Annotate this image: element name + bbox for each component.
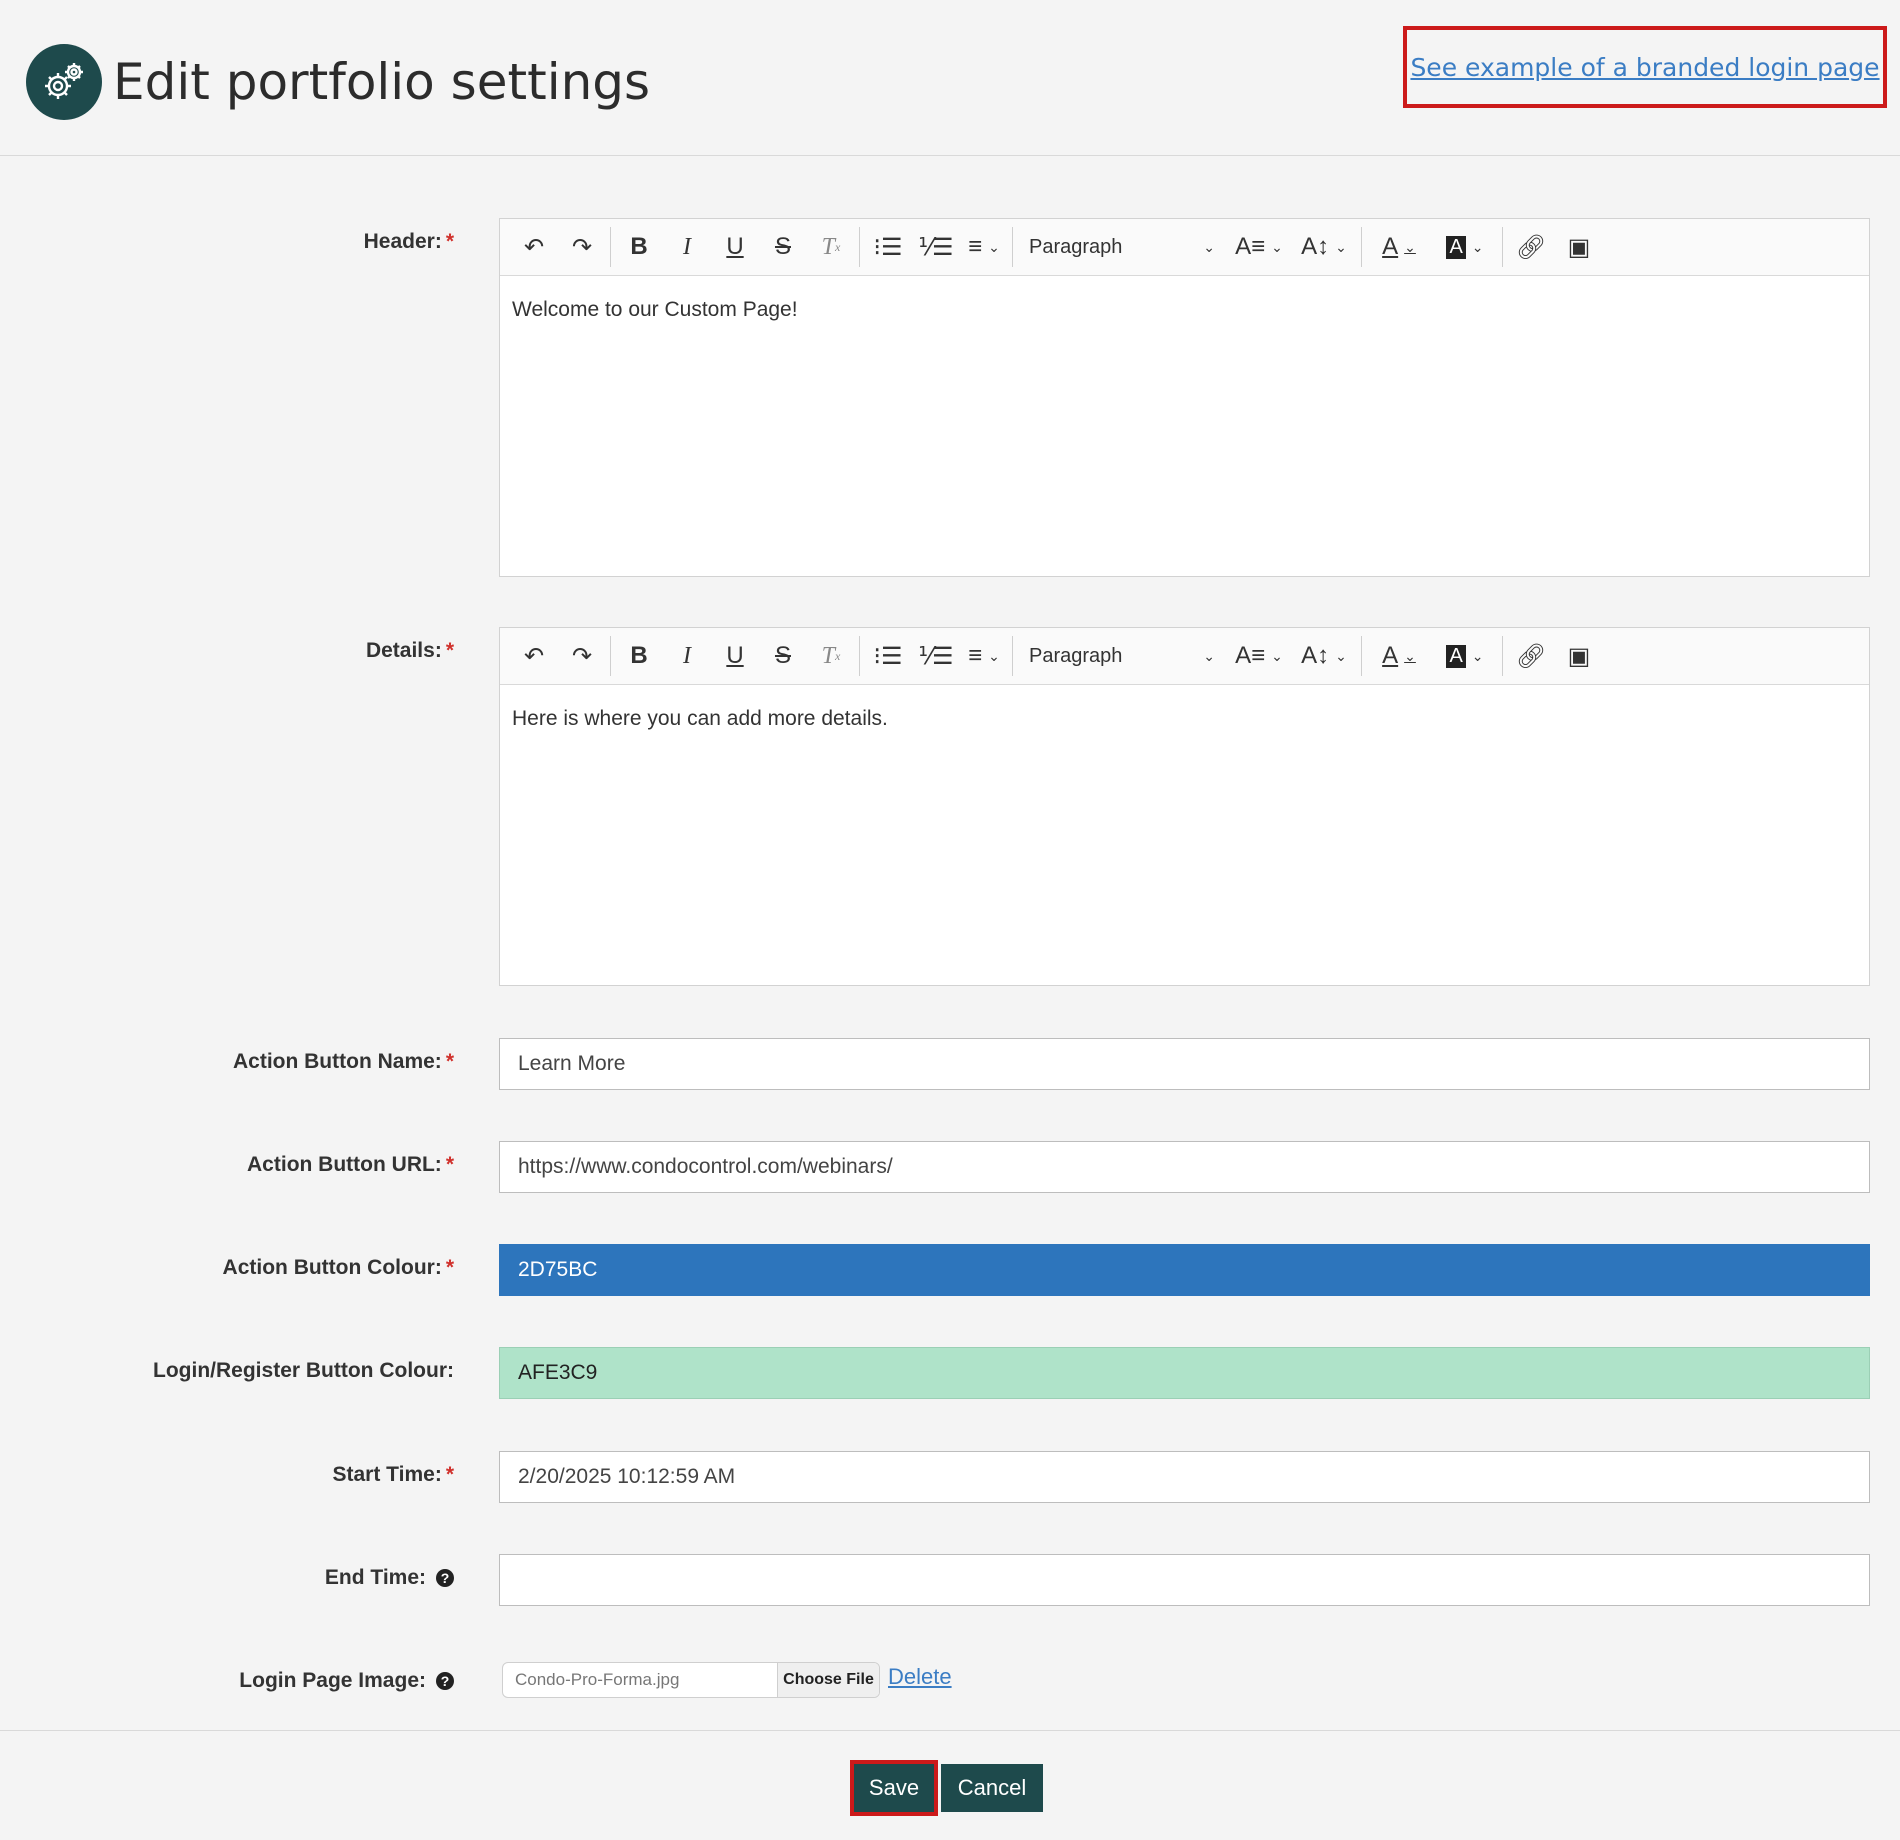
editor-toolbar: ↶ ↷ B I U S Tx ⁝☰ ⅟☰ ≡ ⌄ Paragraph ⌄ A≡ ⌄ A… [500,219,1869,276]
example-link-highlight: See example of a branded login page [1403,26,1887,108]
header-editor-content[interactable]: Welcome to our Custom Page! [500,276,1869,344]
numbered-list-icon[interactable]: ⅟☰ [912,227,960,267]
clear-format-icon[interactable]: Tx [807,636,855,676]
font-color-icon[interactable]: A ⌄ [1366,636,1432,676]
link-icon[interactable]: 🔗︎ [1507,636,1555,676]
toolbar-divider [859,636,860,676]
background-color-icon[interactable]: A ⌄ [1432,636,1498,676]
end-time-input[interactable] [499,1554,1870,1606]
header-field-label: Header: * [363,230,454,253]
chevron-down-icon: ⌄ [1271,238,1283,255]
settings-gears-icon [26,44,102,120]
strikethrough-icon[interactable]: S [759,636,807,676]
save-button-highlight: Save [850,1760,938,1816]
image-icon[interactable]: ▣ [1555,227,1603,267]
chevron-down-icon: ⌄ [1471,647,1484,664]
login-page-image-label: Login Page Image:? [239,1669,454,1693]
action-button-colour-label: Action Button Colour: * [222,1256,454,1279]
chevron-down-icon: ⌄ [988,647,1000,664]
numbered-list-icon[interactable]: ⅟☰ [912,636,960,676]
action-button-url-label: Action Button URL: * [247,1153,454,1176]
help-question-icon[interactable]: ? [436,1672,454,1690]
toolbar-divider [1012,636,1013,676]
branded-login-example-link[interactable]: See example of a branded login page [1410,53,1879,82]
file-upload-control[interactable]: Condo-Pro-Forma.jpg Choose File [502,1662,880,1698]
start-time-input[interactable]: 2/20/2025 10:12:59 AM [499,1451,1870,1503]
font-color-icon[interactable]: A ⌄ [1366,227,1432,267]
bold-icon[interactable]: B [615,636,663,676]
chevron-down-icon: ⌄ [1203,647,1215,664]
end-time-label: End Time:? [325,1566,454,1590]
link-icon[interactable]: 🔗︎ [1507,227,1555,267]
login-register-colour-input[interactable]: AFE3C9 [499,1347,1870,1399]
font-family-icon[interactable]: A≡ ⌄ [1227,227,1291,267]
action-button-name-label: Action Button Name: * [232,1050,454,1073]
chevron-down-icon: ⌄ [1203,238,1215,255]
toolbar-divider [1502,227,1503,267]
details-field-label: Details: * [365,639,454,662]
strikethrough-icon[interactable]: S [759,227,807,267]
font-size-icon[interactable]: A↕ ⌄ [1291,636,1357,676]
chevron-down-icon: ⌄ [1471,238,1484,255]
underline-icon[interactable]: U [711,227,759,267]
chevron-down-icon: ⌄ [1404,238,1416,255]
editor-toolbar: ↶ ↷ B I U S Tx ⁝☰ ⅟☰ ≡ ⌄ Paragraph ⌄ A≡ ⌄ A… [500,628,1869,685]
chevron-down-icon: ⌄ [1404,647,1416,664]
background-color-icon[interactable]: A ⌄ [1432,227,1498,267]
save-button[interactable]: Save [854,1764,934,1812]
toolbar-divider [1502,636,1503,676]
bullet-list-icon[interactable]: ⁝☰ [864,636,912,676]
toolbar-divider [1361,636,1362,676]
bold-icon[interactable]: B [615,227,663,267]
paragraph-format-dropdown[interactable]: Paragraph ⌄ [1017,636,1227,676]
toolbar-divider [859,227,860,267]
help-question-icon[interactable]: ? [436,1569,454,1587]
italic-icon[interactable]: I [663,636,711,676]
font-size-icon[interactable]: A↕ ⌄ [1291,227,1357,267]
italic-icon[interactable]: I [663,227,711,267]
chevron-down-icon: ⌄ [1271,647,1283,664]
toolbar-divider [610,636,611,676]
underline-icon[interactable]: U [711,636,759,676]
clear-format-icon[interactable]: Tx [807,227,855,267]
form-footer: Save Cancel [0,1730,1900,1840]
details-rich-text-editor[interactable]: ↶ ↷ B I U S Tx ⁝☰ ⅟☰ ≡ ⌄ Paragraph ⌄ A≡ ⌄ A… [499,627,1870,986]
font-family-icon[interactable]: A≡ ⌄ [1227,636,1291,676]
undo-icon[interactable]: ↶ [510,227,558,267]
selected-file-name: Condo-Pro-Forma.jpg [515,1670,680,1689]
align-icon[interactable]: ≡ ⌄ [960,636,1008,676]
redo-icon[interactable]: ↷ [558,636,606,676]
details-editor-content[interactable]: Here is where you can add more details. [500,685,1869,753]
chevron-down-icon: ⌄ [988,238,1000,255]
action-button-name-input[interactable]: Learn More [499,1038,1870,1090]
bullet-list-icon[interactable]: ⁝☰ [864,227,912,267]
toolbar-divider [1012,227,1013,267]
toolbar-divider [610,227,611,267]
cancel-button[interactable]: Cancel [941,1764,1043,1812]
image-icon[interactable]: ▣ [1555,636,1603,676]
page-title: Edit portfolio settings [113,53,651,111]
chevron-down-icon: ⌄ [1335,647,1347,664]
redo-icon[interactable]: ↷ [558,227,606,267]
toolbar-divider [1361,227,1362,267]
delete-image-link[interactable]: Delete [888,1664,952,1690]
header-rich-text-editor[interactable]: ↶ ↷ B I U S Tx ⁝☰ ⅟☰ ≡ ⌄ Paragraph ⌄ A≡ ⌄ A… [499,218,1870,577]
page-header: Edit portfolio settings See example of a… [0,0,1900,156]
start-time-label: Start Time: * [332,1463,455,1486]
undo-icon[interactable]: ↶ [510,636,558,676]
chevron-down-icon: ⌄ [1335,238,1347,255]
align-icon[interactable]: ≡ ⌄ [960,227,1008,267]
action-button-colour-input[interactable]: 2D75BC [499,1244,1870,1296]
login-register-colour-label: Login/Register Button Colour: [153,1359,454,1382]
choose-file-button[interactable]: Choose File [777,1663,879,1697]
paragraph-format-dropdown[interactable]: Paragraph ⌄ [1017,227,1227,267]
action-button-url-input[interactable]: https://www.condocontrol.com/webinars/ [499,1141,1870,1193]
